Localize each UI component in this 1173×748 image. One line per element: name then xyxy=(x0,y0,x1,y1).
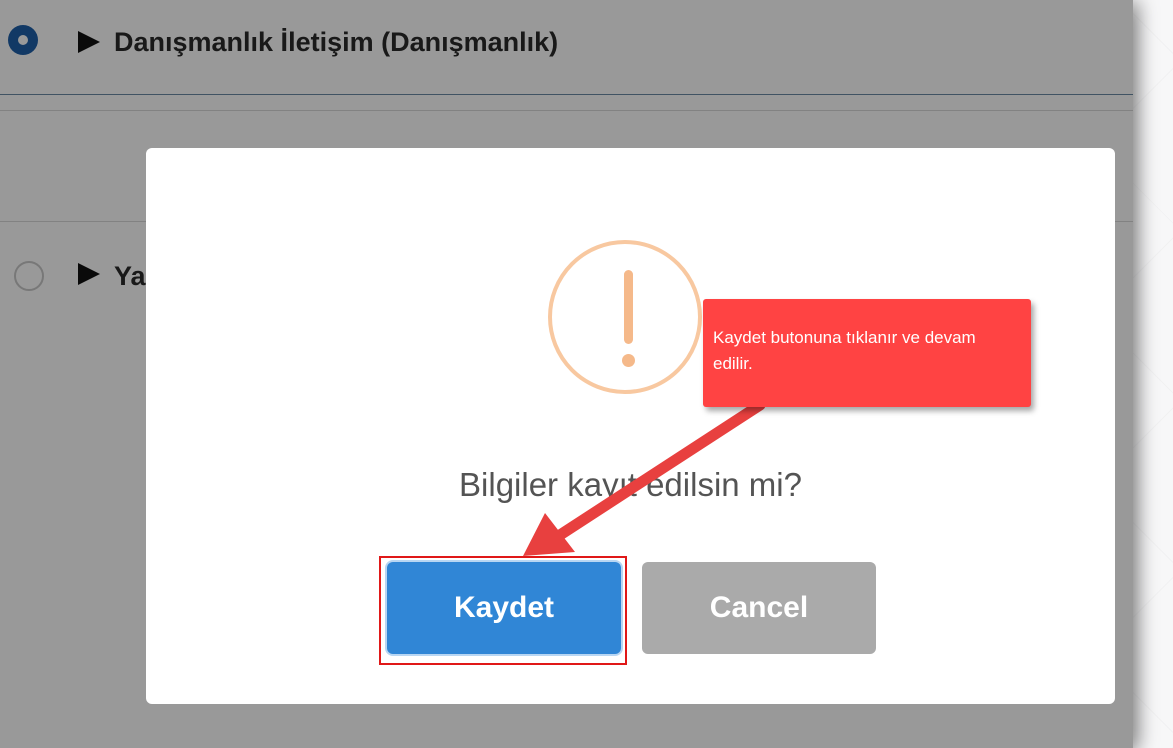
annotation-callout: Kaydet butonuna tıklanır ve devam edilir… xyxy=(703,299,1031,407)
warning-exclamation-dot xyxy=(622,354,635,367)
warning-icon xyxy=(548,240,702,394)
highlight-frame xyxy=(379,556,627,665)
confirm-dialog: Bilgiler kayıt edilsin mi? Kaydet Cancel xyxy=(146,148,1115,704)
annotation-text: Kaydet butonuna tıklanır ve devam edilir… xyxy=(713,328,976,373)
dialog-message: Bilgiler kayıt edilsin mi? xyxy=(459,466,802,503)
cancel-button[interactable]: Cancel xyxy=(642,562,876,654)
warning-exclamation-bar xyxy=(624,270,633,344)
